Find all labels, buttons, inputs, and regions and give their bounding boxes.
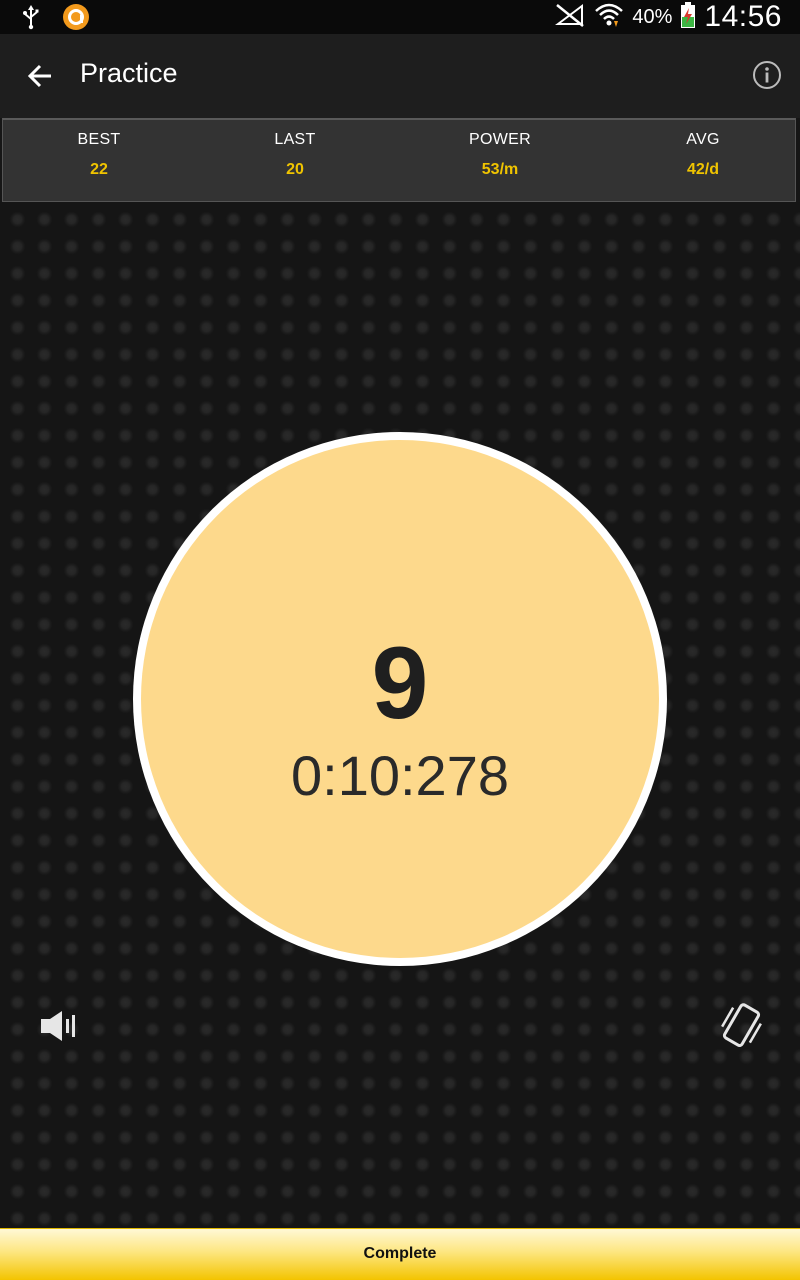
practice-screen: 40% 14:56 Practice BEST 22 LAST 20 POWER… <box>0 0 800 1280</box>
tap-circle[interactable]: 9 0:10:278 <box>133 432 667 966</box>
stat-value: 42/d <box>686 161 719 178</box>
page-title: Practice <box>80 58 178 88</box>
battery-charging-icon <box>680 1 696 34</box>
status-bar: 40% 14:56 <box>0 0 800 34</box>
tap-circle-fill[interactable]: 9 0:10:278 <box>141 440 659 958</box>
info-icon <box>753 61 781 89</box>
stats-panel: BEST 22 LAST 20 POWER 53/m AVG 42/d <box>2 118 796 202</box>
stat-label: POWER <box>469 131 531 148</box>
vibrate-toggle-button[interactable] <box>718 1000 764 1052</box>
stat-power: POWER 53/m <box>420 120 580 202</box>
stat-label: LAST <box>274 131 316 148</box>
stat-avg: AVG 42/d <box>623 120 783 202</box>
app-bar: Practice <box>0 34 800 118</box>
app-notification-icon <box>62 3 90 36</box>
clock: 14:56 <box>704 0 782 33</box>
usb-icon <box>20 4 42 35</box>
wifi-icon <box>594 1 624 34</box>
no-signal-icon <box>554 2 586 33</box>
stat-value: 22 <box>90 161 108 178</box>
stat-label: BEST <box>77 131 121 148</box>
stat-best: BEST 22 <box>19 120 179 202</box>
volume-icon <box>41 1011 75 1041</box>
rep-count: 9 <box>371 626 429 740</box>
stat-value: 20 <box>286 161 304 178</box>
arrow-back-icon <box>27 64 51 88</box>
info-button[interactable] <box>752 60 782 90</box>
back-button[interactable] <box>20 56 60 96</box>
vibrate-icon <box>721 1003 762 1047</box>
stat-value: 53/m <box>481 161 519 178</box>
complete-button-label: Complete <box>363 1245 437 1262</box>
stat-last: LAST 20 <box>215 120 375 202</box>
sound-toggle-button[interactable] <box>38 1006 80 1046</box>
battery-percent: 40% <box>632 5 673 28</box>
complete-button[interactable]: Complete <box>0 1228 800 1280</box>
elapsed-timer: 0:10:278 <box>291 744 509 807</box>
stat-label: AVG <box>686 131 720 148</box>
